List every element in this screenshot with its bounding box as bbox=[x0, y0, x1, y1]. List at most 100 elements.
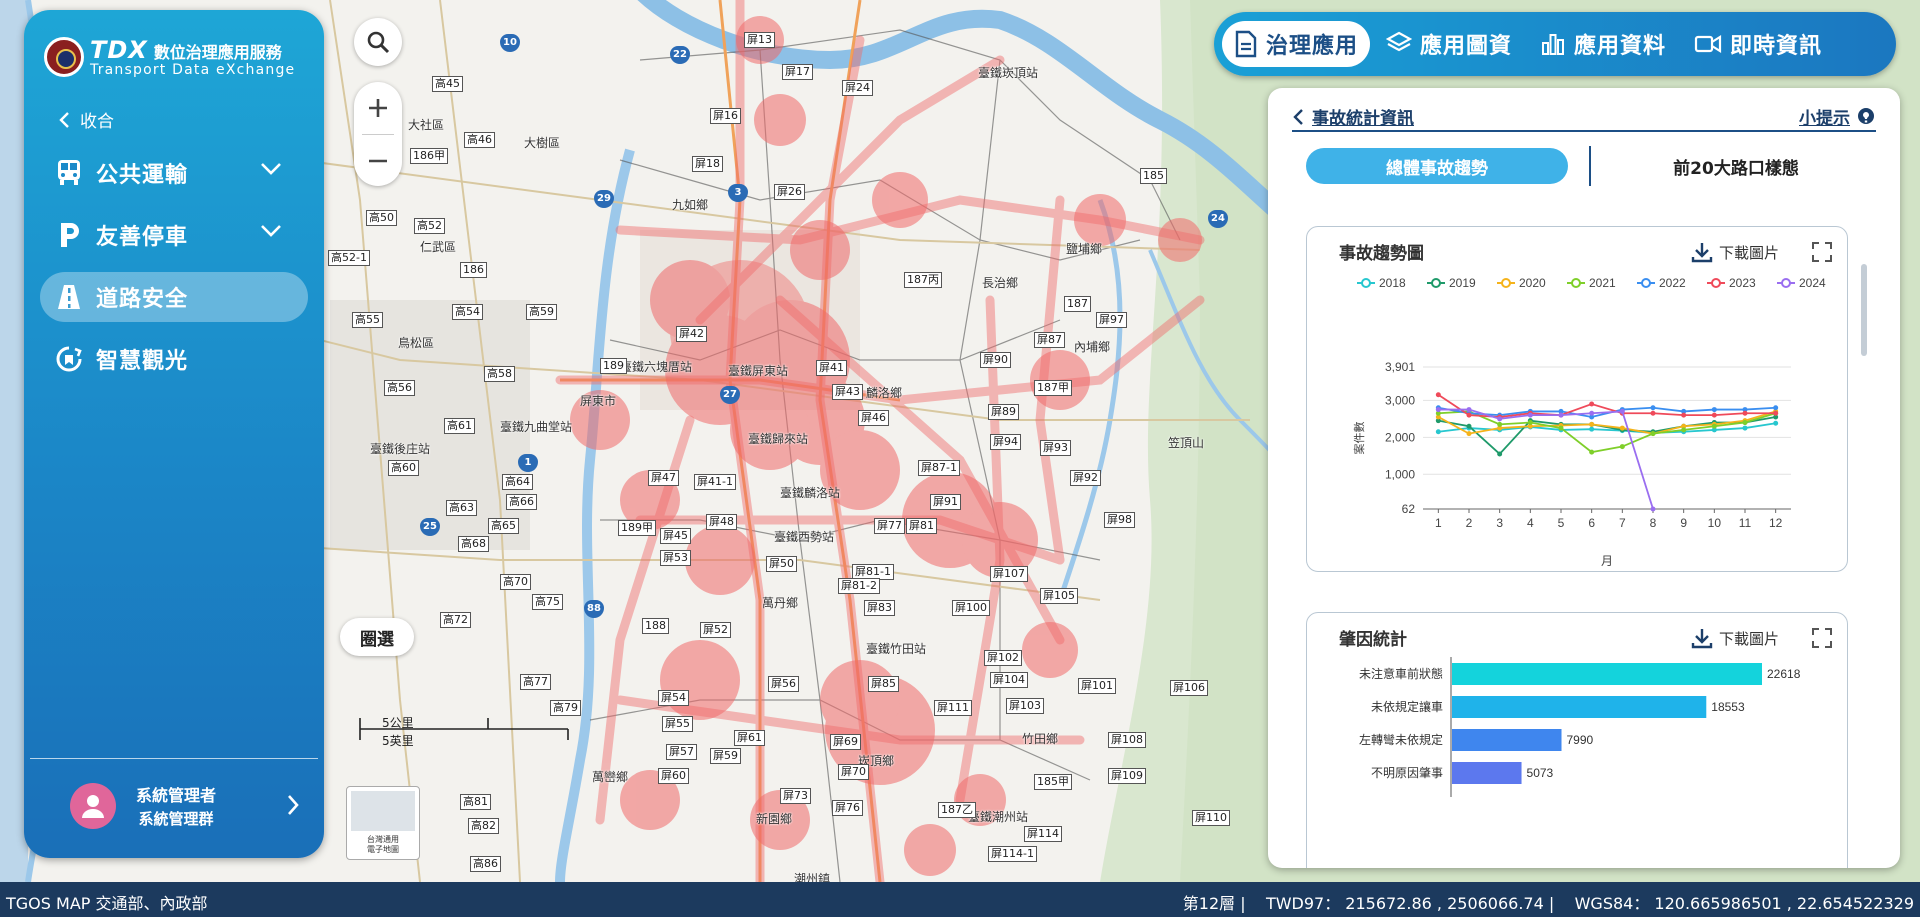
zoom-in-button[interactable] bbox=[354, 82, 402, 134]
back-button[interactable]: 事故統計資訊 bbox=[1292, 104, 1414, 129]
road-tag: 高63 bbox=[446, 500, 477, 516]
road-tag: 屏111 bbox=[934, 700, 972, 716]
road-tag: 屏87 bbox=[1034, 332, 1065, 348]
road-tag: 屏16 bbox=[710, 108, 741, 124]
chevron-down-icon bbox=[261, 225, 281, 237]
tab-realtime-info[interactable]: 即時資訊 bbox=[1682, 21, 1834, 67]
legend-label: 2022 bbox=[1659, 276, 1686, 290]
map-label-place: 內埔鄉 bbox=[1074, 340, 1111, 354]
road-tag: 屏13 bbox=[744, 32, 775, 48]
data-point bbox=[1527, 420, 1533, 426]
map-search-button[interactable] bbox=[354, 18, 402, 66]
tips-button[interactable]: 小提示 bbox=[1799, 104, 1876, 129]
data-point bbox=[1681, 427, 1687, 433]
road-tag: 屏92 bbox=[1070, 470, 1101, 486]
road-tag: 高77 bbox=[520, 674, 551, 690]
lasso-select-button[interactable]: 圈選 bbox=[340, 618, 414, 656]
bar-value-label: 5073 bbox=[1527, 766, 1554, 780]
map-label-place: 臺鐵潮州站 bbox=[968, 810, 1029, 824]
road-tag: 高52 bbox=[414, 218, 445, 234]
road-tag: 高45 bbox=[432, 76, 463, 92]
download-label: 下載圖片 bbox=[1718, 243, 1779, 262]
road-tag: 屏73 bbox=[780, 788, 811, 804]
road-tag: 屏81 bbox=[906, 518, 937, 534]
collapse-button[interactable]: 收合 bbox=[58, 107, 114, 132]
nav-item-parking[interactable]: 友善停車 bbox=[40, 210, 308, 260]
cause-bar-chart[interactable]: 未注意車前狀態 22618 未依規定讓車 18553 左轉彎未依規定 7990 不明原因肇事… bbox=[1307, 657, 1847, 797]
map-label-place: 臺鐵麟洛站 bbox=[780, 486, 841, 500]
data-point bbox=[1589, 401, 1595, 407]
data-point bbox=[1466, 423, 1472, 429]
download-icon bbox=[1691, 629, 1713, 649]
bar-value-label: 18553 bbox=[1711, 700, 1745, 714]
data-point bbox=[1497, 451, 1503, 457]
bar bbox=[1452, 696, 1707, 718]
user-profile-button[interactable]: 系統管理者 系統管理群 bbox=[70, 782, 300, 829]
legend-label: 2019 bbox=[1449, 276, 1476, 290]
road-tag: 高81 bbox=[460, 794, 491, 810]
road-tag: 屏54 bbox=[658, 690, 689, 706]
fullscreen-button[interactable] bbox=[1811, 241, 1833, 267]
collapse-label: 收合 bbox=[80, 112, 114, 132]
brand-subtitle: Transport Data eXchange bbox=[90, 62, 296, 78]
data-point bbox=[1773, 405, 1779, 411]
y-tick-label: 3,901 bbox=[1385, 360, 1415, 374]
zoom-out-button[interactable] bbox=[354, 135, 402, 187]
road-tag: 屏61 bbox=[734, 730, 765, 746]
map-label-place: 大樹區 bbox=[524, 136, 561, 150]
fullscreen-button[interactable] bbox=[1811, 627, 1833, 653]
x-tick-label: 3 bbox=[1496, 516, 1503, 530]
legend-label: 2023 bbox=[1729, 276, 1756, 290]
nav-item-public-transport[interactable]: 公共運輸 bbox=[40, 148, 308, 198]
panel-tabs: 總體事故趨勢 前20大路口樣態 bbox=[1306, 146, 1866, 186]
basemap-switch[interactable]: 台灣通用 電子地圖 bbox=[346, 786, 420, 860]
road-icon bbox=[52, 280, 86, 314]
panel-scrollbar[interactable] bbox=[1861, 264, 1867, 356]
nav-item-tourism[interactable]: 智慧觀光 bbox=[40, 334, 308, 384]
road-tag: 屏106 bbox=[1170, 680, 1208, 696]
user-icon bbox=[82, 794, 104, 818]
tourism-icon bbox=[52, 342, 86, 376]
road-tag: 高72 bbox=[440, 612, 471, 628]
nav-item-road-safety[interactable]: 道路安全 bbox=[40, 272, 308, 322]
road-tag: 屏70 bbox=[838, 764, 869, 780]
y-tick-label: 3,000 bbox=[1385, 393, 1415, 407]
tab-top20-intersections[interactable]: 前20大路口樣態 bbox=[1606, 148, 1866, 184]
road-tag: 屏42 bbox=[676, 326, 707, 342]
road-tag: 屏43 bbox=[832, 384, 863, 400]
map-label-place: 麟洛鄉 bbox=[866, 386, 903, 400]
road-tag: 屏91 bbox=[930, 494, 961, 510]
map-label-place: 臺鐵後庄站 bbox=[370, 442, 431, 456]
road-tag: 高64 bbox=[502, 474, 533, 490]
road-tag: 屏41 bbox=[816, 360, 847, 376]
road-tag: 屏108 bbox=[1108, 732, 1146, 748]
trend-line-chart[interactable]: 2018 2019 2020 2021 2022 2023 2024621,0002,000… bbox=[1307, 271, 1847, 571]
data-point bbox=[1619, 408, 1625, 414]
brand[interactable]: TDX 數位治理應用服務 Transport Data eXchange bbox=[44, 36, 295, 78]
tab-label: 應用圖資 bbox=[1420, 34, 1513, 59]
road-tag: 屏81-2 bbox=[838, 578, 880, 594]
data-point bbox=[1497, 421, 1503, 427]
road-tag: 屏110 bbox=[1192, 810, 1230, 826]
tab-governance-apps[interactable]: 治理應用 bbox=[1222, 21, 1371, 67]
tab-overall-trend[interactable]: 總體事故趨勢 bbox=[1306, 148, 1568, 184]
road-tag: 屏89 bbox=[988, 404, 1019, 420]
info-panel: 事故統計資訊 小提示 總體事故趨勢 前20大路口樣態 事故趨勢圖 下載圖片 20… bbox=[1268, 88, 1900, 868]
tab-map-layers[interactable]: 應用圖資 bbox=[1374, 21, 1524, 67]
search-icon bbox=[367, 31, 390, 54]
download-image-button[interactable]: 下載圖片 bbox=[1691, 241, 1779, 263]
map-label-place: 臺鐵崁頂站 bbox=[978, 66, 1039, 80]
road-tag: 高50 bbox=[366, 210, 397, 226]
road-tag: 高58 bbox=[484, 366, 515, 382]
road-tag: 188 bbox=[642, 618, 669, 634]
road-tag: 屏41-1 bbox=[694, 474, 736, 490]
download-image-button[interactable]: 下載圖片 bbox=[1691, 627, 1779, 649]
data-point bbox=[1589, 421, 1595, 427]
panel-header: 事故統計資訊 小提示 bbox=[1292, 98, 1876, 132]
tab-app-data[interactable]: 應用資料 bbox=[1528, 21, 1678, 67]
card-title: 事故趨勢圖 bbox=[1339, 244, 1424, 264]
road-tag: 高59 bbox=[526, 304, 557, 320]
x-tick-label: 10 bbox=[1708, 516, 1722, 530]
data-point bbox=[1742, 410, 1748, 416]
bar-category-label: 不明原因肇事 bbox=[1371, 765, 1443, 780]
